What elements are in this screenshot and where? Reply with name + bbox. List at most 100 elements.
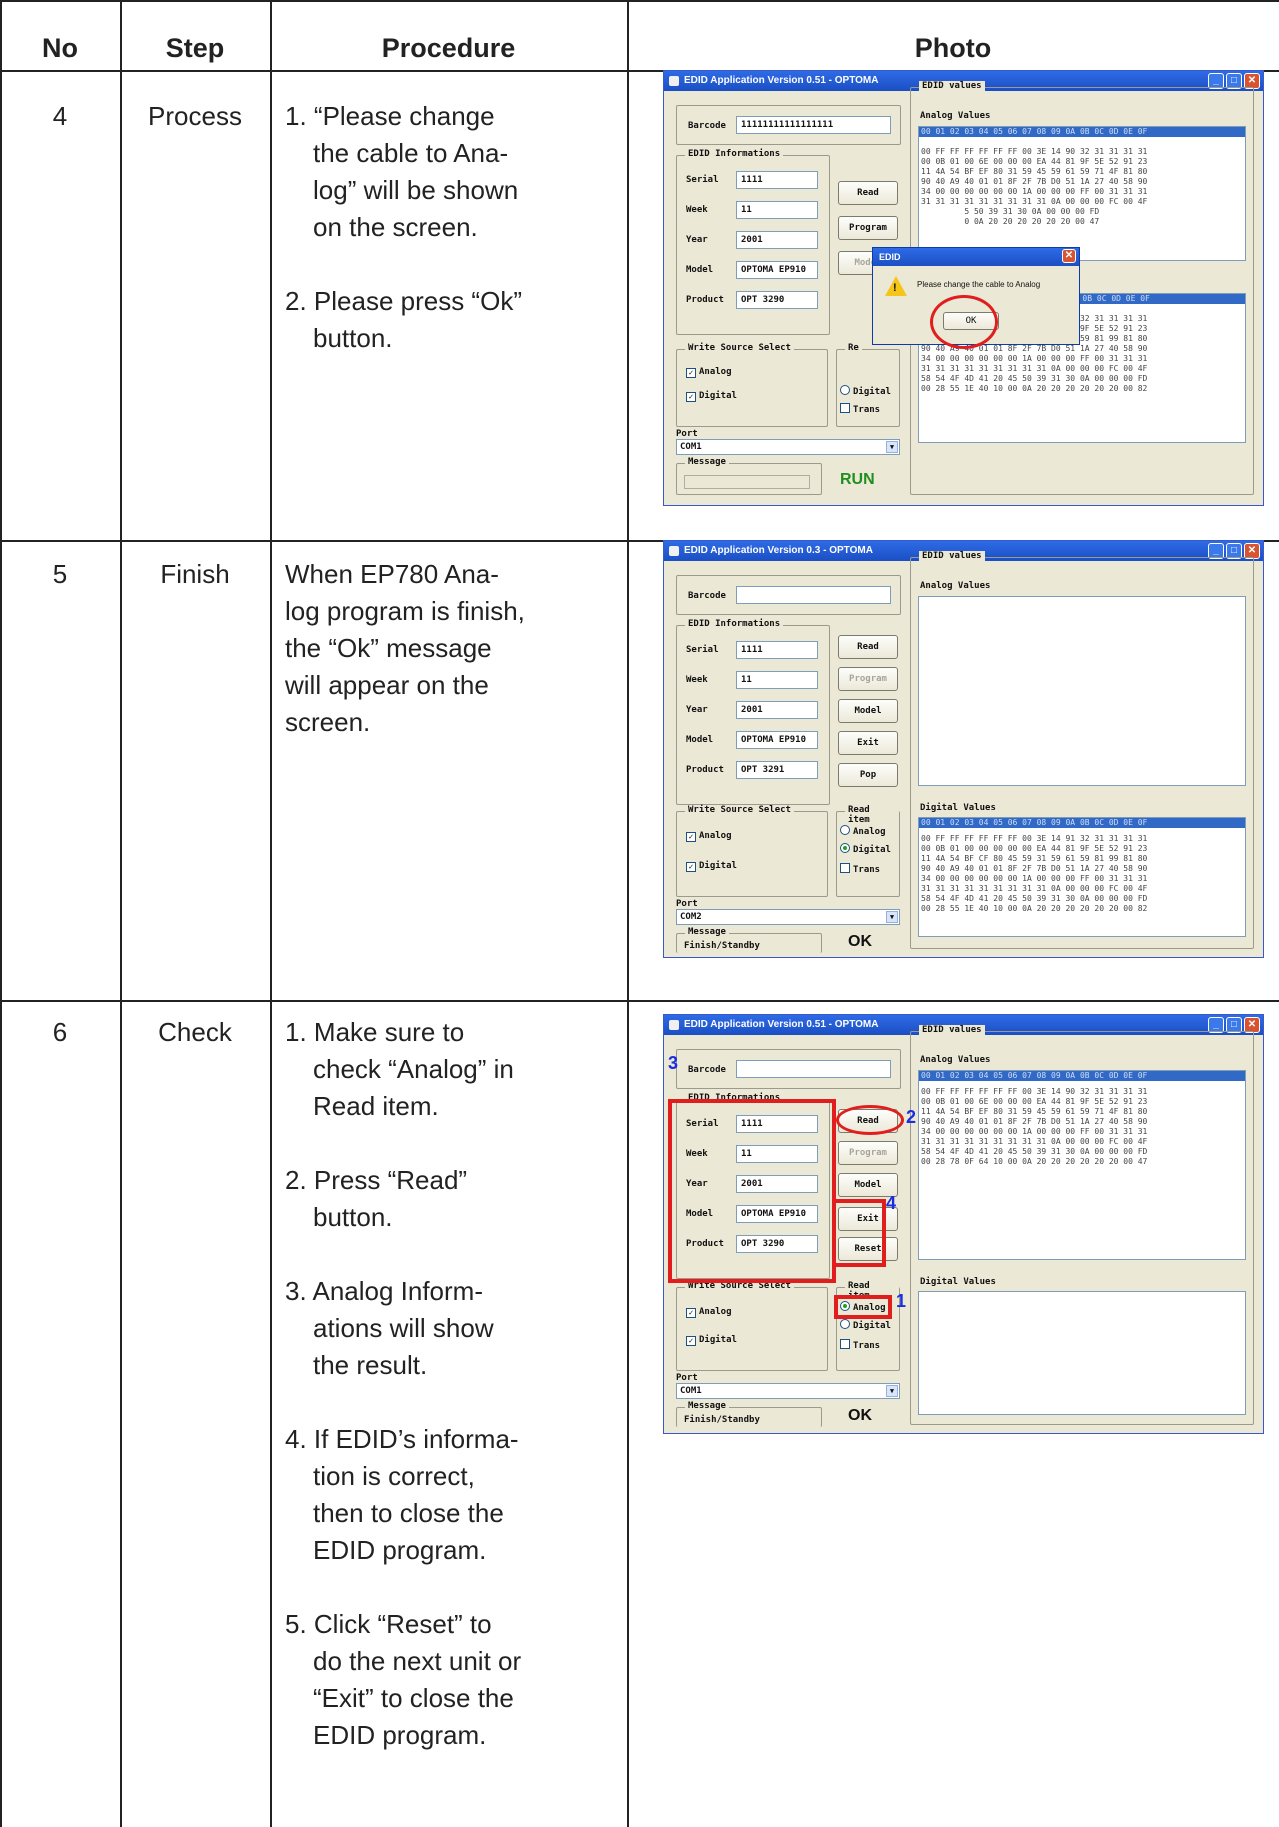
barcode-input[interactable] (736, 586, 891, 604)
procedure-line: on the screen. (313, 212, 478, 242)
procedure-item: 3. Analog Inform- ations will show the r… (285, 1273, 615, 1384)
digital-checkbox[interactable]: ✓ Digital (686, 391, 737, 402)
exit-button[interactable]: Exit (838, 731, 898, 755)
header-no: No (42, 33, 78, 63)
procedure-item: 2. Please press “Ok” button. (285, 283, 615, 357)
serial-label: Serial (686, 645, 719, 655)
read-digital-radio[interactable]: Digital (840, 843, 891, 855)
port-value: COM2 (680, 912, 702, 922)
hex-row: 31 31 31 31 31 31 31 31 31 0A 00 00 00 F… (921, 1137, 1148, 1146)
marker-number: 3 (668, 1053, 679, 1073)
hex-row: 00 28 55 1E 40 10 00 0A 20 20 20 20 20 2… (921, 384, 1148, 393)
radio-label: Digital (853, 1321, 891, 1331)
product-field[interactable]: OPT 3290 (736, 291, 818, 309)
procedure-line: button. (313, 323, 393, 353)
procedure-line: 1. Make sure to (285, 1017, 465, 1047)
procedure-text: 1. Make sure to check “Analog” in Read i… (285, 1014, 615, 1791)
checkbox-label: Trans (853, 865, 881, 875)
warning-exclaim: ! (893, 282, 897, 294)
status-indicator: OK (848, 933, 872, 950)
digital-values-list[interactable] (918, 1291, 1246, 1415)
close-icon[interactable]: ✕ (1062, 249, 1076, 263)
chevron-down-icon[interactable]: ▼ (886, 441, 898, 453)
procedure-item: 2. Press “Read” button. (285, 1162, 615, 1236)
write-source-group: Write Source Select (676, 1281, 828, 1371)
hex-row: 00 FF FF FF FF FF FF 00 3E 14 90 32 31 3… (921, 147, 1148, 156)
port-select[interactable]: COM1 ▼ (676, 1383, 900, 1399)
barcode-input[interactable] (736, 1060, 891, 1078)
read-trans-checkbox[interactable]: Trans (840, 403, 880, 415)
analog-values-list[interactable] (918, 596, 1246, 786)
hex-row: 58 54 4F 4D 41 20 45 50 39 31 30 0A 00 0… (921, 1147, 1148, 1156)
digital-checkbox[interactable]: ✓ Digital (686, 861, 737, 872)
read-button[interactable]: Read (838, 181, 898, 205)
read-trans-checkbox[interactable]: Trans (840, 1339, 880, 1351)
year-field[interactable]: 2001 (736, 701, 818, 719)
week-field[interactable]: 11 (736, 201, 818, 219)
message-field (684, 475, 810, 489)
read-analog-radio[interactable]: Analog (840, 825, 886, 837)
analog-values-list[interactable]: 00 01 02 03 04 05 06 07 08 09 0A 0B 0C 0… (918, 126, 1246, 261)
model-label: Model (686, 735, 714, 745)
program-button[interactable]: Program (838, 216, 898, 240)
read-button[interactable]: Read (838, 635, 898, 659)
serial-field[interactable]: 1111 (736, 171, 818, 189)
hex-row: 00 28 55 1E 40 10 00 0A 20 20 20 20 20 2… (921, 904, 1148, 913)
marker-number: 4 (886, 1193, 897, 1213)
model-field[interactable]: OPTOMA EP910 (736, 261, 818, 279)
procedure-line: 4. If EDID’s informa- (285, 1424, 519, 1454)
model-field[interactable]: OPTOMA EP910 (736, 731, 818, 749)
window-title: EDID Application Version 0.3 - OPTOMA (684, 545, 873, 556)
write-source-group: Write Source Select (676, 805, 828, 897)
row-step: Check (158, 1017, 232, 1047)
hex-row: 11 4A 54 BF EF 80 31 59 45 59 61 59 71 4… (921, 167, 1148, 176)
checkbox-label: Digital (699, 1335, 737, 1345)
analog-values-list[interactable]: 00 01 02 03 04 05 06 07 08 09 0A 0B 0C 0… (918, 1070, 1246, 1260)
analog-checkbox[interactable]: ✓ Analog (686, 831, 732, 842)
analog-values-label: Analog Values (920, 581, 991, 591)
table-border-left (0, 0, 2, 1827)
window-title: EDID Application Version 0.51 - OPTOMA (684, 75, 879, 86)
serial-field[interactable]: 1111 (736, 641, 818, 659)
pop-button[interactable]: Pop (838, 763, 898, 787)
chevron-down-icon[interactable]: ▼ (886, 911, 898, 923)
hex-row: 31 31 31 31 31 31 31 31 31 0A 00 00 00 F… (921, 197, 1148, 206)
port-select[interactable]: COM1 ▼ (676, 439, 900, 455)
year-field[interactable]: 2001 (736, 231, 818, 249)
procedure-line: 5. Click “Reset” to (285, 1609, 492, 1639)
week-field[interactable]: 11 (736, 671, 818, 689)
marker-number: 1 (896, 1291, 907, 1311)
checkbox-label: Trans (853, 405, 881, 415)
row-step: Finish (160, 559, 230, 589)
program-button[interactable]: Program (838, 667, 898, 691)
digital-checkbox[interactable]: ✓ Digital (686, 1335, 737, 1346)
checkbox-label: Trans (853, 1341, 881, 1351)
product-field[interactable]: OPT 3291 (736, 761, 818, 779)
analog-checkbox[interactable]: ✓ Analog (686, 1307, 732, 1318)
read-digital-radio[interactable]: Digital (840, 385, 891, 397)
hex-row: 00 0B 01 00 6E 00 00 00 EA 44 81 9F 5E 5… (921, 157, 1148, 166)
read-trans-checkbox[interactable]: Trans (840, 863, 880, 875)
port-select[interactable]: COM2 ▼ (676, 909, 900, 925)
header-procedure: Procedure (381, 33, 516, 63)
row-divider (0, 1000, 1279, 1002)
dialog-title: EDID (879, 252, 901, 262)
program-button[interactable]: Program (838, 1141, 898, 1165)
chevron-down-icon[interactable]: ▼ (886, 1385, 898, 1397)
group-label: EDID Informations (685, 619, 784, 629)
message-field: Finish/Standby (684, 1415, 760, 1425)
digital-values-label: Digital Values (920, 803, 996, 813)
model-button[interactable]: Model (838, 699, 898, 723)
status-indicator: RUN (840, 471, 875, 488)
year-label: Year (686, 235, 708, 245)
checkbox-label: Analog (699, 367, 732, 377)
hex-row: 5 50 39 31 30 0A 00 00 00 FD (921, 207, 1100, 216)
procedure-line: 1. “Please change (285, 101, 495, 131)
analog-checkbox[interactable]: ✓ Analog (686, 367, 732, 378)
hex-row: 31 31 31 31 31 31 31 31 31 0A 00 00 00 F… (921, 364, 1148, 373)
read-digital-radio[interactable]: Digital (840, 1319, 891, 1331)
digital-values-list[interactable]: 00 01 02 03 04 05 06 07 08 09 0A 0B 0C 0… (918, 817, 1246, 937)
barcode-input[interactable]: 11111111111111111 (736, 116, 891, 134)
serial-label: Serial (686, 175, 719, 185)
highlight-circle (930, 295, 998, 349)
